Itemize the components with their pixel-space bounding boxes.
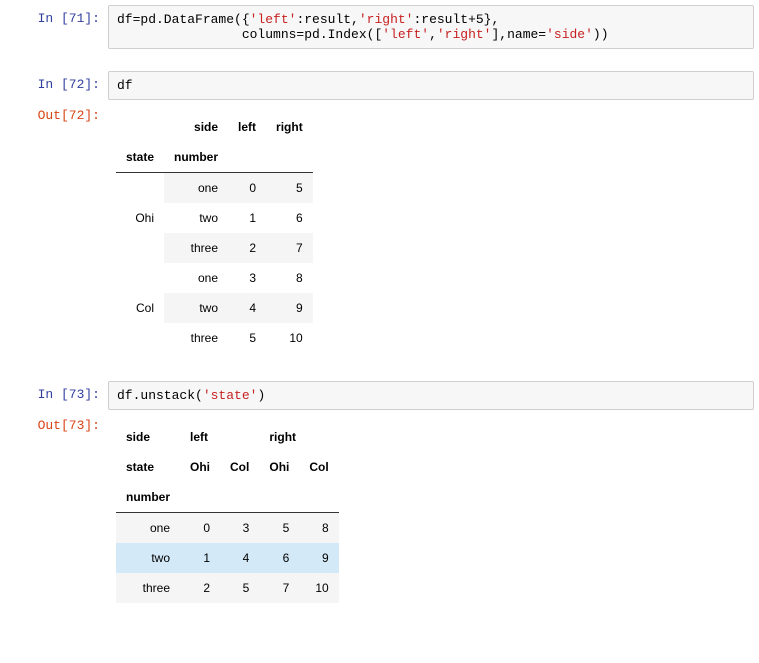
table-index-row: number <box>116 482 339 513</box>
state-cell: Ohi <box>116 173 164 264</box>
prompt-in-73: In [73]: <box>5 381 108 408</box>
table-row: Ohi one 0 5 <box>116 173 313 204</box>
cell-left: 4 <box>228 293 266 323</box>
table-header-row: side left right <box>116 422 339 452</box>
cell-left: 5 <box>228 323 266 353</box>
prompt-out-73: Out[73]: <box>5 412 108 439</box>
table-index-row: state number <box>116 142 313 173</box>
prompt-in-72: In [72]: <box>5 71 108 98</box>
idx-state: state <box>116 142 164 173</box>
dataframe-73: side left right state Ohi Col Ohi Col nu… <box>116 422 339 603</box>
number-cell: one <box>116 513 180 544</box>
col-right: right <box>266 112 313 142</box>
cell-in-72: In [72]: df <box>5 71 754 100</box>
number-cell: three <box>164 323 228 353</box>
cell-right: 8 <box>266 263 313 293</box>
number-cell: one <box>164 263 228 293</box>
col-state: state <box>116 452 180 482</box>
cell-left: 3 <box>228 263 266 293</box>
output-73: side left right state Ohi Col Ohi Col nu… <box>108 412 754 617</box>
code-input-71[interactable]: df=pd.DataFrame({'left':result,'right':r… <box>108 5 754 49</box>
state-col: Col <box>299 452 338 482</box>
cell-in-71: In [71]: df=pd.DataFrame({'left':result,… <box>5 5 754 49</box>
number-cell: one <box>164 173 228 204</box>
idx-number: number <box>116 482 180 513</box>
number-cell: two <box>164 293 228 323</box>
col-left: left <box>228 112 266 142</box>
cell-left: 0 <box>228 173 266 204</box>
number-cell: three <box>116 573 180 603</box>
table-row: one 0 3 5 8 <box>116 513 339 544</box>
cell-right: 5 <box>266 173 313 204</box>
table-row-highlighted: two 1 4 6 9 <box>116 543 339 573</box>
number-cell: two <box>164 203 228 233</box>
number-cell: two <box>116 543 180 573</box>
state-col: Ohi <box>259 452 299 482</box>
table-header-row: side left right <box>116 112 313 142</box>
cell-left: 2 <box>228 233 266 263</box>
col-left: left <box>180 422 259 452</box>
cell-right: 9 <box>266 293 313 323</box>
cell-right: 10 <box>266 323 313 353</box>
cell-out-73: Out[73]: side left right state Ohi Col O… <box>5 412 754 617</box>
output-72: side left right state number Ohi one 0 5 <box>108 102 754 367</box>
code-input-72[interactable]: df <box>108 71 754 100</box>
table-row: three 2 5 7 10 <box>116 573 339 603</box>
col-side: side <box>116 422 180 452</box>
cell-out-72: Out[72]: side left right state number Oh… <box>5 102 754 367</box>
table-row: Col one 3 8 <box>116 263 313 293</box>
cell-left: 1 <box>228 203 266 233</box>
state-cell: Col <box>116 263 164 353</box>
dataframe-72: side left right state number Ohi one 0 5 <box>116 112 313 353</box>
state-col: Col <box>220 452 259 482</box>
col-side: side <box>164 112 228 142</box>
state-col: Ohi <box>180 452 220 482</box>
cell-right: 6 <box>266 203 313 233</box>
col-right: right <box>259 422 338 452</box>
cell-in-73: In [73]: df.unstack('state') <box>5 381 754 410</box>
table-header-row: state Ohi Col Ohi Col <box>116 452 339 482</box>
prompt-out-72: Out[72]: <box>5 102 108 129</box>
number-cell: three <box>164 233 228 263</box>
cell-right: 7 <box>266 233 313 263</box>
prompt-in-71: In [71]: <box>5 5 108 32</box>
idx-number: number <box>164 142 228 173</box>
code-input-73[interactable]: df.unstack('state') <box>108 381 754 410</box>
